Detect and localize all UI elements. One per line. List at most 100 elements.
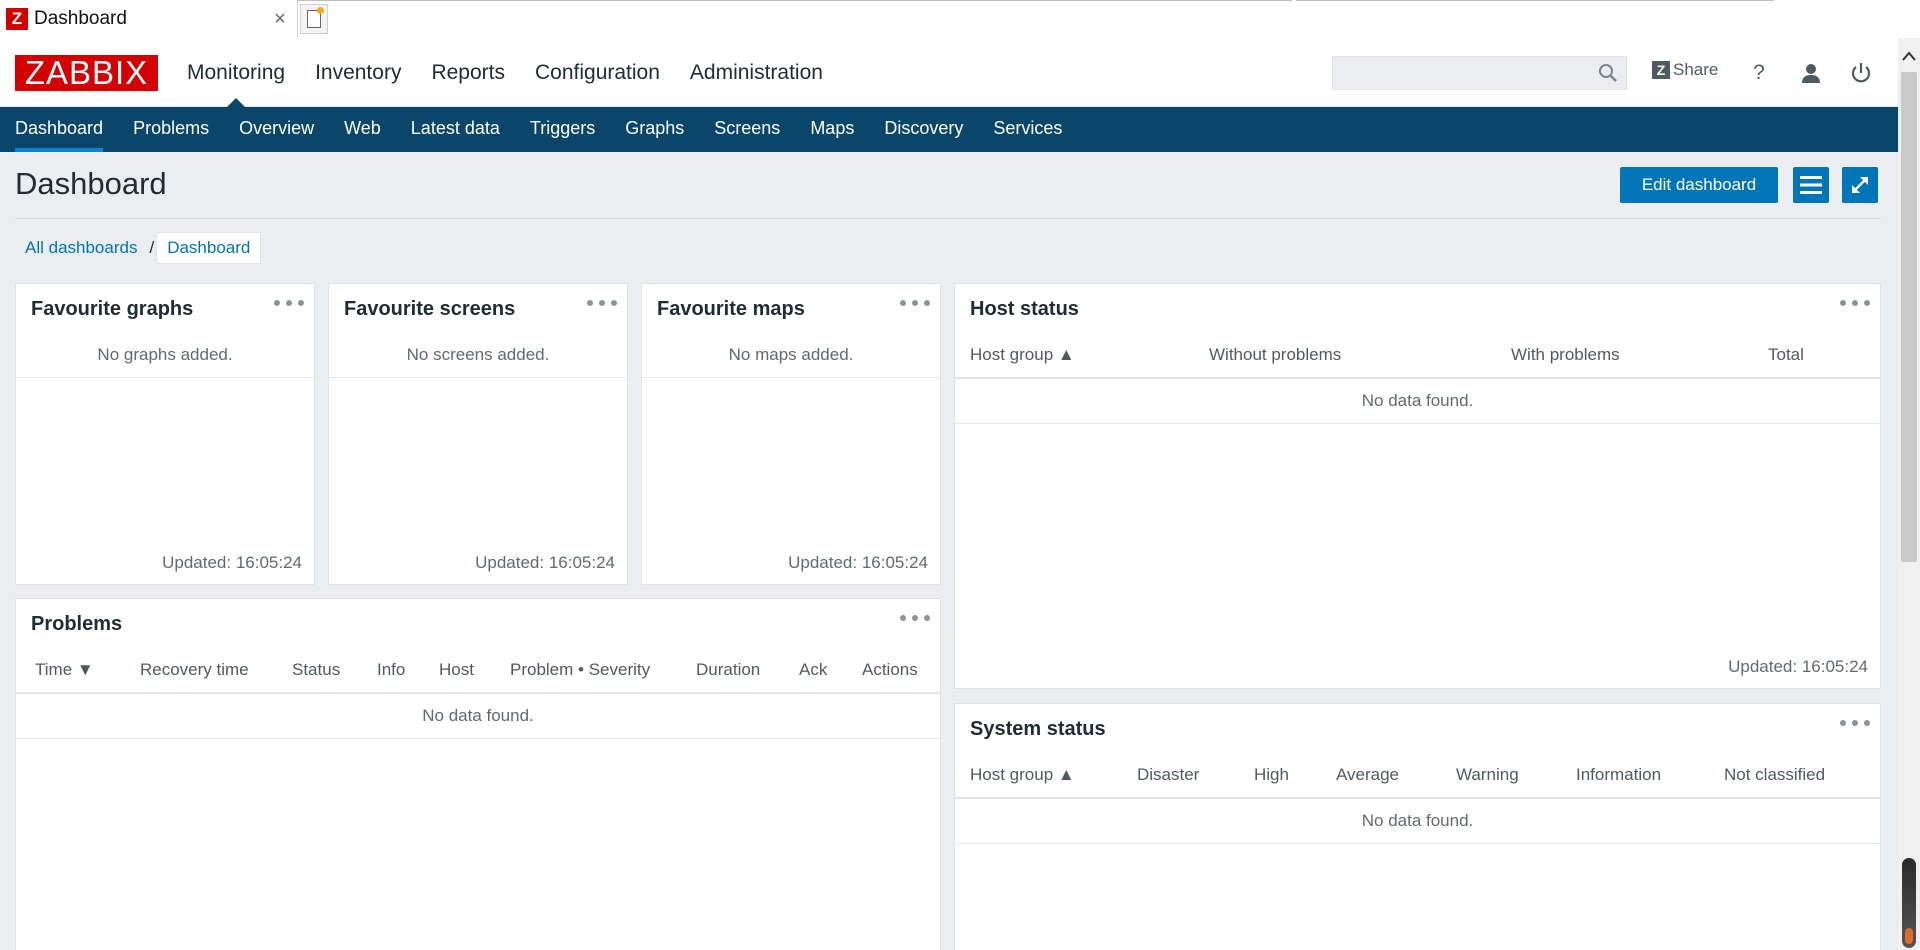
divider xyxy=(955,423,1880,424)
widget-menu-icon[interactable] xyxy=(587,296,617,310)
dashboard-actions-button[interactable] xyxy=(1793,167,1829,203)
title-divider xyxy=(15,218,1881,219)
divider xyxy=(16,377,314,378)
widget-menu-icon[interactable] xyxy=(1840,716,1870,730)
subnav-screens[interactable]: Screens xyxy=(714,107,780,152)
column-time[interactable]: Time ▼ xyxy=(35,660,94,680)
page-title: Dashboard xyxy=(15,166,167,201)
column-host: Host xyxy=(439,660,474,679)
tab-close-icon[interactable]: × xyxy=(269,8,291,31)
column-host-group[interactable]: Host group ▲ xyxy=(970,345,1075,365)
subnav-discovery[interactable]: Discovery xyxy=(884,107,963,152)
power-icon[interactable] xyxy=(1848,60,1874,86)
widget-menu-icon[interactable] xyxy=(1840,296,1870,310)
widget-favourite-graphs: Favourite graphs No graphs added. Update… xyxy=(15,283,315,585)
browser-tab[interactable]: Z Dashboard × xyxy=(0,0,298,38)
widget-title: Favourite screens xyxy=(344,298,516,320)
new-tab-icon xyxy=(307,7,324,28)
empty-message: No data found. xyxy=(1361,811,1474,830)
tabstrip-divider xyxy=(1296,0,1774,1)
column-disaster: Disaster xyxy=(1137,765,1200,784)
table-header-divider xyxy=(955,797,1880,799)
widget-favourite-maps: Favourite maps No maps added. Updated: 1… xyxy=(641,283,941,585)
column-status: Status xyxy=(292,660,341,679)
updated-time: Updated: 16:05:24 xyxy=(162,553,302,572)
search-icon[interactable] xyxy=(1598,63,1618,83)
divider xyxy=(955,843,1880,844)
updated-time: Updated: 16:05:24 xyxy=(1728,657,1868,676)
thermometer-icon xyxy=(1902,858,1916,948)
top-menu-inventory[interactable]: Inventory xyxy=(315,38,401,107)
widget-title: Problems xyxy=(31,613,123,635)
widget-title: Host status xyxy=(970,298,1079,320)
top-menu: Monitoring Inventory Reports Configurati… xyxy=(187,38,853,107)
top-menu-administration[interactable]: Administration xyxy=(690,38,823,107)
breadcrumb: All dashboards / Dashboard xyxy=(15,232,262,264)
table-header-divider xyxy=(16,692,940,694)
divider xyxy=(329,377,627,378)
empty-message: No screens added. xyxy=(406,345,550,364)
menu-icon xyxy=(1800,176,1822,194)
column-not-classified: Not classified xyxy=(1724,765,1826,784)
updated-time: Updated: 16:05:24 xyxy=(788,553,928,572)
breadcrumb-all-dashboards[interactable]: All dashboards xyxy=(15,238,147,258)
subnav-services[interactable]: Services xyxy=(993,107,1062,152)
column-information: Information xyxy=(1576,765,1662,784)
empty-message: No data found. xyxy=(422,706,534,725)
widget-title: Favourite maps xyxy=(657,298,805,320)
divider xyxy=(642,377,940,378)
sub-navigation: Dashboard Problems Overview Web Latest d… xyxy=(0,107,1898,152)
search-input[interactable] xyxy=(1332,56,1627,90)
expand-icon xyxy=(1852,177,1868,193)
column-ack: Ack xyxy=(799,660,828,679)
breadcrumb-separator: / xyxy=(149,238,155,257)
share-button[interactable]: Z Share xyxy=(1652,60,1718,80)
subnav-overview[interactable]: Overview xyxy=(239,107,314,152)
subnav-problems[interactable]: Problems xyxy=(133,107,209,152)
fullscreen-button[interactable] xyxy=(1842,167,1878,203)
subnav-graphs[interactable]: Graphs xyxy=(625,107,684,152)
empty-message: No graphs added. xyxy=(97,345,233,364)
widget-menu-icon[interactable] xyxy=(900,611,930,625)
divider xyxy=(16,738,940,739)
top-menu-reports[interactable]: Reports xyxy=(431,38,505,107)
top-menu-monitoring[interactable]: Monitoring xyxy=(187,38,285,107)
column-high: High xyxy=(1254,765,1289,784)
column-total: Total xyxy=(1768,345,1804,364)
subnav-latest-data[interactable]: Latest data xyxy=(411,107,500,152)
user-icon[interactable] xyxy=(1798,60,1824,86)
browser-tab-title: Dashboard xyxy=(34,8,127,29)
new-tab-button[interactable] xyxy=(300,4,328,34)
widget-host-status: Host status Host group ▲ Without problem… xyxy=(954,283,1881,689)
column-with-problems: With problems xyxy=(1511,345,1620,364)
scrollbar-thumb[interactable] xyxy=(1901,72,1917,562)
top-menu-configuration[interactable]: Configuration xyxy=(535,38,660,107)
breadcrumb-current[interactable]: Dashboard xyxy=(156,232,262,264)
subnav-maps[interactable]: Maps xyxy=(810,107,854,152)
column-average: Average xyxy=(1336,765,1400,784)
header: ZABBIX Monitoring Inventory Reports Conf… xyxy=(0,38,1898,107)
widget-problems: Problems Time ▼ Recovery time Status Inf… xyxy=(15,598,941,950)
subnav-dashboard[interactable]: Dashboard xyxy=(15,107,104,152)
help-icon[interactable]: ? xyxy=(1746,60,1772,86)
table-header-divider xyxy=(955,377,1880,379)
subnav-triggers[interactable]: Triggers xyxy=(530,107,595,152)
widget-system-status: System status Host group ▲ Disaster High… xyxy=(954,703,1881,950)
scroll-up-icon[interactable] xyxy=(1898,46,1920,66)
edit-dashboard-button[interactable]: Edit dashboard xyxy=(1620,167,1778,203)
zabbix-logo[interactable]: ZABBIX xyxy=(15,54,158,91)
vertical-scrollbar[interactable] xyxy=(1898,38,1920,950)
widget-menu-icon[interactable] xyxy=(274,296,304,310)
column-warning: Warning xyxy=(1456,765,1519,784)
column-without-problems: Without problems xyxy=(1209,345,1342,364)
share-icon: Z xyxy=(1652,61,1670,79)
column-duration: Duration xyxy=(696,660,761,679)
subnav-web[interactable]: Web xyxy=(344,107,381,152)
zabbix-favicon-icon: Z xyxy=(6,8,28,30)
column-recovery-time: Recovery time xyxy=(140,660,249,679)
widget-menu-icon[interactable] xyxy=(900,296,930,310)
widget-title: Favourite graphs xyxy=(31,298,194,320)
column-host-group[interactable]: Host group ▲ xyxy=(970,765,1075,785)
updated-time: Updated: 16:05:24 xyxy=(475,553,615,572)
column-problem-severity: Problem • Severity xyxy=(510,660,651,679)
